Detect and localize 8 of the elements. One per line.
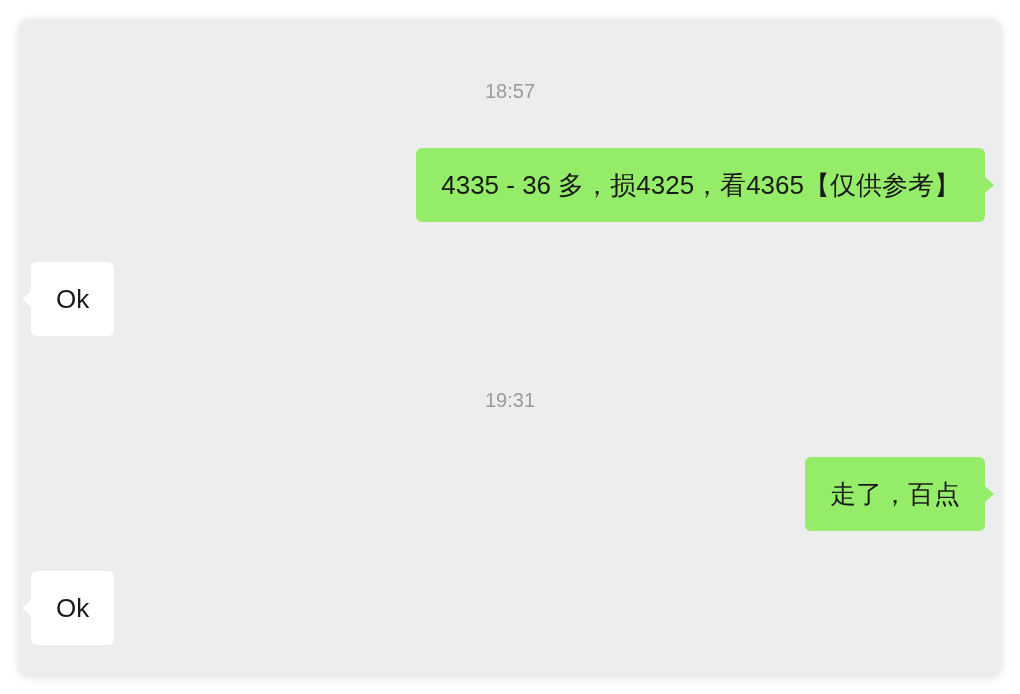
received-message-bubble: Ok [31,571,115,645]
bubble-tail-icon [985,486,994,502]
bubble-tail-icon [985,177,994,193]
sent-message-bubble: 4335 - 36 多，损4325，看4365【仅供参考】 [416,148,985,222]
sent-message-bubble: 走了，百点 [805,457,985,531]
timestamp: 18:57 [484,79,536,103]
timestamp: 19:31 [484,388,536,412]
received-message-bubble: Ok [31,262,115,336]
